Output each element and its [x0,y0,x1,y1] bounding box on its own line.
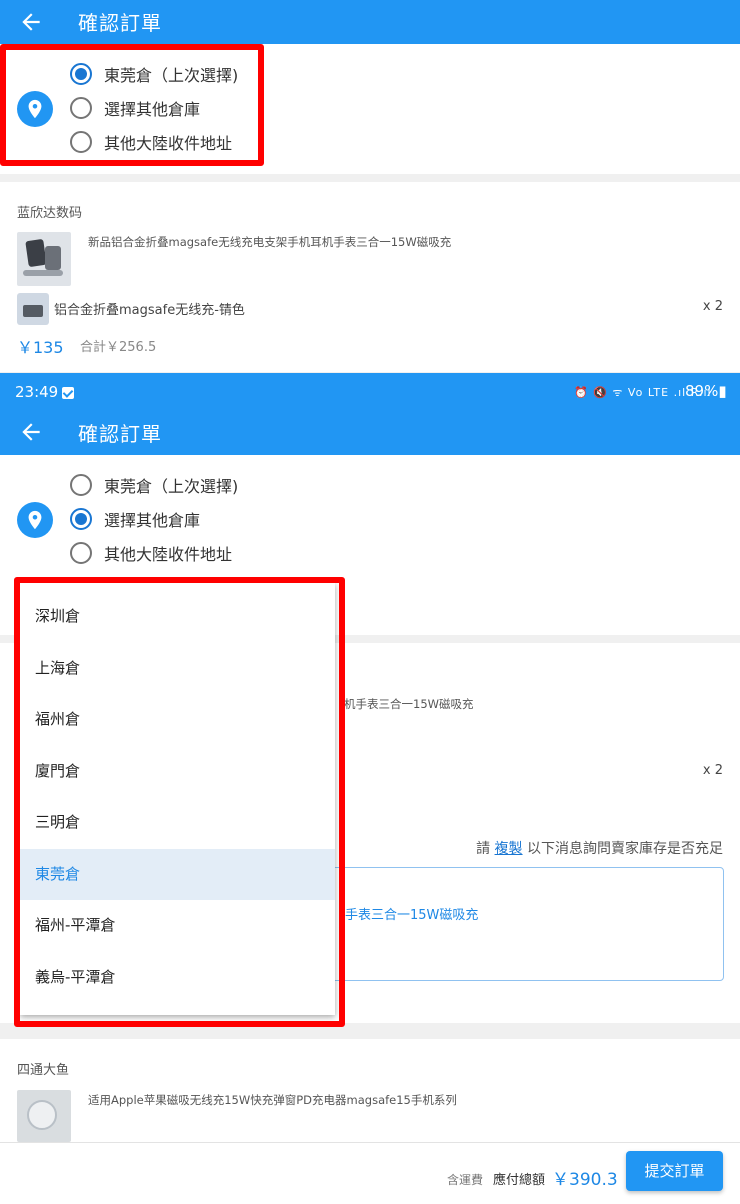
shop-name: 蓝欣达数码 [17,206,83,221]
message-text: 手表三合一15W磁吸充 [345,908,479,923]
back-arrow-icon[interactable] [18,9,44,35]
quantity: x 2 [702,299,723,314]
product-title: 机手表三合一15W磁吸充 [344,697,474,711]
dropdown-item[interactable]: 深圳倉 [20,591,335,642]
battery-level: 89%▮ [685,382,727,400]
message-textarea[interactable] [330,867,724,981]
total-label: 應付總額 [493,1173,546,1188]
address-option-label: 選擇其他倉庫 [104,511,201,530]
address-option-mainland[interactable]: 其他大陸收件地址 [70,538,232,568]
status-bar: 23:49 ⏰ 🔇 ᯤ Vo LTE .ıl R.ıl 89%▮ [0,373,740,411]
shop-card: 四通大鱼 适用Apple苹果磁吸无线充15W快充弹窗PD充电器magsafe15… [0,1039,740,1142]
dropdown-item[interactable]: 福州-平潭倉 [20,900,335,951]
checkbox-notification-icon [62,387,74,399]
address-option-last[interactable]: 東莞倉（上次選擇) [70,470,238,500]
page-title: 確認訂單 [78,422,162,446]
product-title: 适用Apple苹果磁吸无线充15W快充弹窗PD充电器magsafe15手机系列 [88,1093,457,1107]
dropdown-item[interactable]: 東莞倉 [20,848,335,900]
hint-prefix: 請 [476,841,491,857]
total-amount: ￥390.3 [552,1170,618,1190]
radio-selected[interactable] [70,508,92,530]
app-bar: 確認訂單 [0,411,740,455]
radio-unselected[interactable] [70,474,92,496]
dropdown-item[interactable]: 義烏-平潭倉 [20,952,335,1003]
back-arrow-icon[interactable] [18,419,44,445]
page-title: 確認訂單 [78,11,162,35]
address-option-label: 東莞倉（上次選擇) [104,66,239,85]
shipping-label: 含運費 [447,1173,484,1187]
copy-hint: 請 複製 以下消息詢問賣家庫存是否充足 [476,838,723,858]
address-option-other-warehouse[interactable]: 選擇其他倉庫 [70,504,200,534]
address-option-mainland[interactable]: 其他大陸收件地址 [70,127,232,157]
address-option-label: 東莞倉（上次選擇) [104,477,239,496]
product-image[interactable] [17,232,71,286]
clock: 23:49 [15,383,59,401]
radio-unselected[interactable] [70,131,92,153]
address-option-label: 其他大陸收件地址 [104,134,233,153]
dropdown-item[interactable]: 福州倉 [20,694,335,745]
sku-image [17,293,49,325]
address-option-last[interactable]: 東莞倉（上次選擇) [70,59,238,89]
address-option-label: 選擇其他倉庫 [104,100,201,119]
radio-unselected[interactable] [70,542,92,564]
address-card: 東莞倉（上次選擇) 選擇其他倉庫 其他大陸收件地址 [0,44,740,174]
location-pin-icon [17,91,53,127]
app-bar: 確認訂單 [0,0,740,44]
subtotal: 合計￥256.5 [80,340,157,355]
submit-order-button[interactable]: 提交訂單 [626,1151,723,1191]
product-title: 新品铝合金折叠magsafe无线充电支架手机耳机手表三合一15W磁吸充 [88,235,452,249]
shop-card: 蓝欣达数码 新品铝合金折叠magsafe无线充电支架手机耳机手表三合一15W磁吸… [0,182,740,372]
warehouse-dropdown[interactable]: 深圳倉 上海倉 福州倉 廈門倉 三明倉 東莞倉 福州-平潭倉 義烏-平潭倉 [20,583,335,1015]
dropdown-item[interactable]: 廈門倉 [20,746,335,797]
product-image[interactable] [17,1090,71,1142]
bottom-bar: 含運費 應付總額 ￥390.3 提交訂單 [0,1142,740,1204]
location-pin-icon [17,502,53,538]
hint-suffix: 以下消息詢問賣家庫存是否充足 [527,841,723,857]
unit-price: ￥135 [17,338,64,357]
dropdown-item[interactable]: 上海倉 [20,643,335,694]
shop-name: 四通大鱼 [17,1063,70,1078]
address-option-other-warehouse[interactable]: 選擇其他倉庫 [70,93,200,123]
dropdown-item[interactable]: 三明倉 [20,797,335,848]
copy-link[interactable]: 複製 [495,841,523,857]
radio-selected[interactable] [70,63,92,85]
address-option-label: 其他大陸收件地址 [104,545,233,564]
quantity: x 2 [702,763,723,778]
radio-unselected[interactable] [70,97,92,119]
sku-label: 铝合金折叠magsafe无线充-锖色 [54,303,245,318]
